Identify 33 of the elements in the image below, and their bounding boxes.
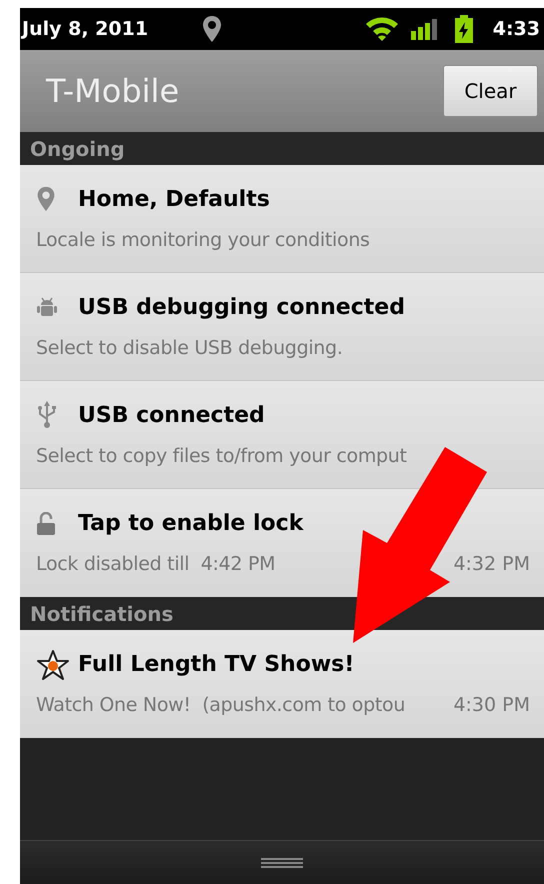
notification-title: USB connected	[78, 402, 265, 430]
status-date: July 8, 2011	[22, 16, 150, 42]
notification-title: USB debugging connected	[78, 294, 405, 322]
notification-item[interactable]: USB connected Select to copy files to/from your comput	[20, 381, 544, 489]
notification-text: Select to copy files to/from your comput	[36, 444, 407, 469]
battery-charging-icon	[454, 15, 473, 43]
section-header: Ongoing	[30, 136, 125, 162]
star-icon	[36, 648, 70, 681]
notification-text: Watch One Now! (apushx.com to optou	[36, 693, 406, 718]
notification-title: Full Length TV Shows!	[78, 651, 354, 680]
notification-item[interactable]: Home, Defaults Locale is monitoring your conditions	[20, 165, 544, 273]
status-time: 4:33	[492, 16, 540, 42]
notification-item[interactable]: USB debugging connected Select to disable USB debugging.	[20, 273, 544, 381]
notification-title: Home, Defaults	[78, 186, 270, 214]
padlock-icon	[36, 512, 56, 536]
notification-text: Lock disabled till 4:42 PM	[36, 552, 276, 578]
signal-icon	[410, 18, 437, 40]
notification-item[interactable]: Full Length TV Shows! Watch One Now! (apushx.com to optou 4:30 PM	[20, 630, 544, 738]
drawer-handle-bar[interactable]	[20, 840, 544, 884]
notification-text: Locale is monitoring your conditions	[36, 228, 370, 253]
location-pin-icon	[202, 15, 222, 43]
clear-button[interactable]: Clear	[443, 65, 538, 117]
handle-icon	[261, 856, 303, 868]
section-header: Notifications	[30, 600, 174, 628]
notification-time: 4:32 PM	[453, 552, 530, 578]
location-pin-icon	[36, 186, 56, 212]
robot-bug-icon	[36, 296, 58, 318]
wifi-icon	[364, 16, 399, 42]
notification-time: 4:30 PM	[453, 693, 530, 718]
usb-icon	[36, 401, 58, 430]
notification-text: Select to disable USB debugging.	[36, 336, 343, 361]
carrier-name: T-Mobile	[46, 71, 180, 112]
notification-title: Tap to enable lock	[78, 510, 304, 538]
